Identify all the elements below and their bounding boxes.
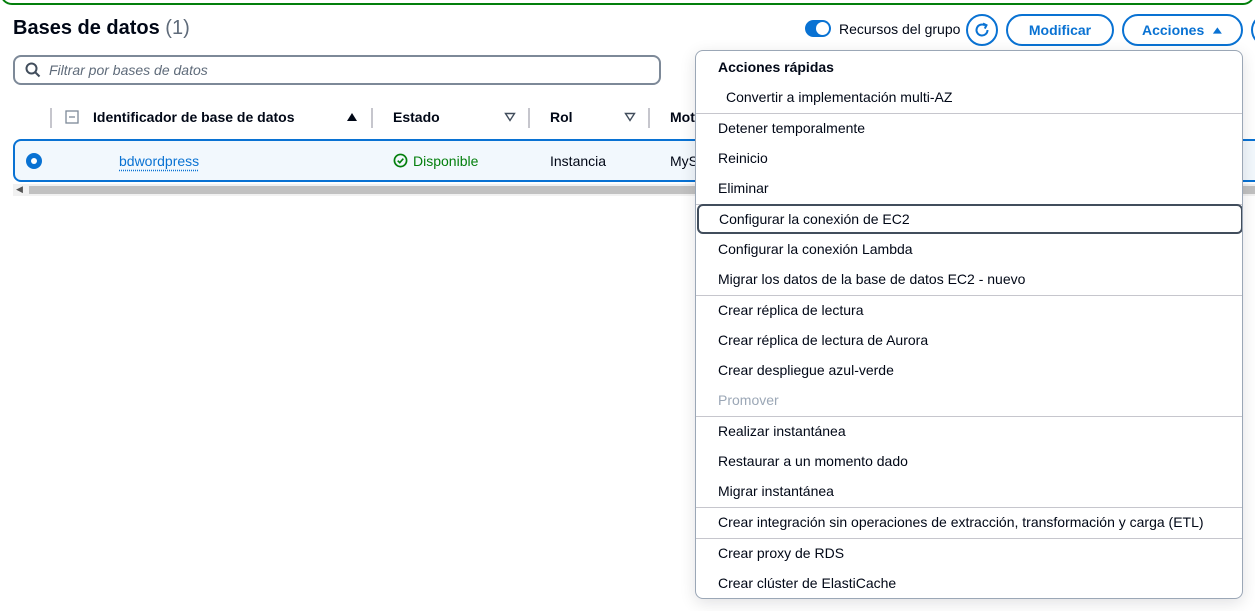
status-badge: Disponible <box>393 153 478 169</box>
group-resources-toggle[interactable]: Recursos del grupo <box>805 20 960 37</box>
column-header-status[interactable]: Estado <box>393 100 440 134</box>
search-field[interactable] <box>13 55 661 85</box>
sort-ascending-button[interactable] <box>346 100 358 134</box>
page-title-text: Bases de datos <box>13 17 160 39</box>
menu-group-title: Acciones rápidas <box>718 59 834 75</box>
menu-item-promote: Promover <box>718 392 779 408</box>
column-divider <box>648 108 650 128</box>
menu-item-convert-multi-az[interactable]: Convertir a implementación multi-AZ <box>696 82 1242 112</box>
menu-item-migrate-snapshot[interactable]: Migrar instantánea <box>696 476 1242 506</box>
role-cell: Instancia <box>550 141 606 180</box>
column-header-engine-label: Mot <box>670 109 695 125</box>
row-select-radio[interactable] <box>26 141 42 180</box>
search-input[interactable] <box>49 62 629 78</box>
column-header-identifier[interactable]: Identificador de base de datos <box>93 100 295 134</box>
menu-item-configure-lambda-connection[interactable]: Configurar la conexión Lambda <box>696 234 1242 264</box>
menu-item-delete[interactable]: Eliminar <box>696 173 1242 203</box>
collapse-icon <box>65 110 79 124</box>
search-icon <box>25 62 41 78</box>
actions-label: Acciones <box>1142 22 1205 38</box>
column-header-engine[interactable]: Mot <box>670 100 695 134</box>
status-cell: Disponible <box>393 141 478 180</box>
column-divider <box>371 108 373 128</box>
refresh-button[interactable] <box>966 14 998 46</box>
column-header-role[interactable]: Rol <box>550 100 573 134</box>
db-identifier-link[interactable]: bdwordpress <box>119 153 199 169</box>
collapse-all-control[interactable] <box>65 100 79 134</box>
radio-selected-icon[interactable] <box>26 152 42 169</box>
role-text: Instancia <box>550 152 607 169</box>
actions-dropdown-menu: Acciones rápidas Convertir a implementac… <box>695 50 1243 599</box>
sort-role-button[interactable] <box>624 100 636 134</box>
menu-item-create-read-replica[interactable]: Crear réplica de lectura <box>696 295 1242 325</box>
menu-item-take-snapshot[interactable]: Realizar instantánea <box>696 416 1242 446</box>
sort-status-button[interactable] <box>504 100 516 134</box>
sort-descending-icon <box>624 112 636 122</box>
sort-descending-icon <box>504 112 516 122</box>
menu-item-restore-point-in-time[interactable]: Restaurar a un momento dado <box>696 446 1242 476</box>
status-text: Disponible <box>413 152 479 169</box>
column-divider <box>50 108 52 128</box>
more-button-partial[interactable] <box>1251 14 1255 46</box>
toggle-switch[interactable] <box>805 20 831 37</box>
menu-item-create-rds-proxy[interactable]: Crear proxy de RDS <box>696 538 1242 568</box>
actions-button[interactable]: Acciones <box>1122 14 1243 46</box>
page-title: Bases de datos (1) <box>13 17 190 40</box>
scroll-left-icon[interactable]: ◀ <box>16 184 23 195</box>
engine-text: MyS <box>670 152 698 169</box>
menu-item-migrate-ec2-data[interactable]: Migrar los datos de la base de datos EC2… <box>696 264 1242 294</box>
refresh-icon <box>975 22 989 37</box>
column-header-role-label: Rol <box>550 109 573 125</box>
page-title-count: (1) <box>165 17 190 39</box>
column-divider <box>528 108 530 128</box>
menu-item-reboot[interactable]: Reinicio <box>696 143 1242 173</box>
menu-item-create-elasticache-cluster[interactable]: Crear clúster de ElastiCache <box>696 568 1242 598</box>
toggle-label: Recursos del grupo <box>839 20 961 37</box>
menu-item-configure-ec2-connection[interactable]: Configurar la conexión de EC2 <box>697 204 1242 234</box>
menu-item-stop-temporarily[interactable]: Detener temporalmente <box>696 113 1242 143</box>
status-available-icon <box>393 153 408 168</box>
caret-up-icon <box>1213 27 1223 34</box>
column-header-status-label: Estado <box>393 109 440 125</box>
menu-item-create-zero-etl-integration[interactable]: Crear integración sin operaciones de ext… <box>696 507 1242 537</box>
column-header-identifier-label: Identificador de base de datos <box>93 109 295 125</box>
engine-cell: MyS <box>670 141 698 180</box>
menu-item-create-aurora-read-replica[interactable]: Crear réplica de lectura de Aurora <box>696 325 1242 355</box>
modify-label: Modificar <box>1028 22 1092 38</box>
sort-ascending-icon <box>347 113 357 121</box>
menu-item-create-blue-green[interactable]: Crear despliegue azul-verde <box>696 355 1242 385</box>
top-accent-bar <box>0 0 1255 5</box>
db-identifier-cell: bdwordpress <box>119 141 199 180</box>
modify-button[interactable]: Modificar <box>1006 14 1114 46</box>
